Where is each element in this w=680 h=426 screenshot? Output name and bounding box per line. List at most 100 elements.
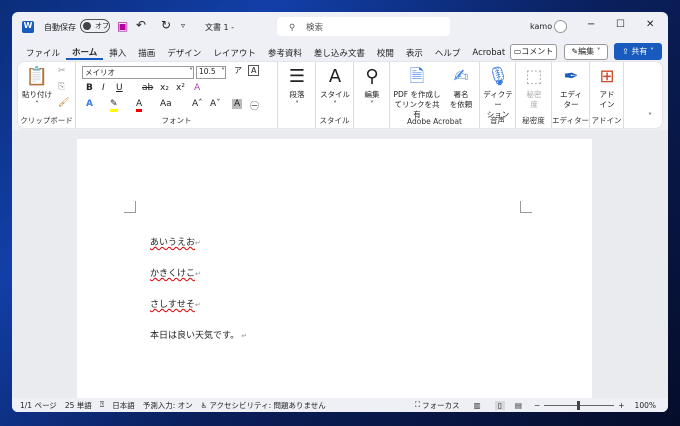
tab-home[interactable]: ホーム — [66, 46, 104, 60]
word-count[interactable]: 25 単語 — [65, 400, 92, 411]
collapse-ribbon-icon[interactable]: ˅ — [648, 112, 652, 121]
page-count[interactable]: 1/1 ページ — [20, 400, 57, 411]
highlight-icon[interactable]: ✎ — [110, 99, 118, 112]
font-size-value: 10.5 — [199, 67, 216, 76]
dictate-button[interactable]: 🎙 ディクテー ション — [481, 66, 515, 120]
tab-draw[interactable]: 描画 — [132, 47, 161, 59]
subscript-button[interactable]: x₂ — [160, 83, 169, 93]
tab-acrobat[interactable]: Acrobat — [466, 48, 511, 58]
copy-icon[interactable]: ⎘ — [58, 82, 65, 92]
underline-button[interactable]: U — [116, 83, 123, 93]
sensitivity-group: ⬚ 秘密度 秘密度 — [516, 62, 552, 128]
styles-button[interactable]: A スタイル ˅ — [318, 66, 352, 110]
line-text: 本日は良い天気です。 — [150, 331, 240, 341]
tab-mailings[interactable]: 差し込み文書 — [308, 47, 371, 59]
redo-icon[interactable]: ↻ — [161, 18, 171, 32]
search-box[interactable]: ⚲ 検索 — [277, 17, 450, 36]
word-logo-icon: W — [22, 21, 34, 33]
font-name-select[interactable]: メイリオ ˅ — [82, 66, 194, 79]
clear-formatting-icon[interactable]: A — [194, 83, 200, 93]
zoom-level[interactable]: 100% — [635, 401, 656, 410]
tab-layout[interactable]: レイアウト — [207, 47, 262, 59]
line-text: かきくけこ — [150, 269, 196, 279]
sensitivity-label: 秘密度 — [522, 116, 545, 125]
editing-mode-button[interactable]: ✎編集 ˅ — [564, 44, 608, 60]
customize-qat-icon[interactable]: ▿ — [181, 21, 185, 30]
avatar[interactable] — [554, 20, 567, 33]
styles-group: A スタイル ˅ スタイル — [316, 62, 354, 128]
web-layout-icon[interactable]: ▤ — [515, 401, 522, 410]
undo-icon[interactable]: ↶ — [136, 18, 146, 32]
paragraph-line: 本日は良い天気です。 ↵ — [150, 331, 248, 341]
char-border-icon[interactable]: A — [248, 65, 260, 76]
text-effects-icon[interactable]: A — [86, 99, 93, 109]
voice-label: 音声 — [490, 116, 505, 125]
cut-icon[interactable]: ✂ — [58, 66, 66, 76]
editing-group[interactable]: ⚲ 編集 ˅ — [354, 62, 390, 128]
accessibility-status[interactable]: アクセシビリティ: 問題ありません — [209, 400, 325, 411]
save-icon[interactable]: ▣ — [117, 19, 128, 33]
paragraph-group[interactable]: ☰ 段落 ˅ — [278, 62, 316, 128]
document-page[interactable]: あいうえお↵ かきくけこ↵ さしすせそ↵ 本日は良い天気です。 ↵ — [77, 139, 592, 409]
bold-button[interactable]: B — [86, 83, 93, 93]
format-painter-icon[interactable]: 🖌 — [58, 98, 69, 108]
pdf-link-icon: 🗎 — [409, 66, 425, 87]
ruby-icon[interactable]: ア — [234, 65, 242, 76]
addins-button[interactable]: ⊞ アド イン — [591, 66, 623, 110]
maximize-icon[interactable]: ☐ — [616, 19, 625, 30]
minimize-icon[interactable]: − — [587, 19, 595, 30]
tab-design[interactable]: デザイン — [161, 47, 207, 59]
tab-file[interactable]: ファイル — [20, 47, 66, 59]
superscript-button[interactable]: x² — [176, 83, 185, 93]
change-case-button[interactable]: Aa — [160, 99, 172, 109]
editor-label: エディター — [552, 116, 589, 125]
create-pdf-button[interactable]: 🗎 PDF を作成し てリンクを共有 — [392, 66, 442, 120]
focus-button[interactable]: フォーカス — [422, 400, 460, 411]
shrink-font-icon[interactable]: Aˇ — [210, 99, 221, 109]
user-name[interactable]: kamo — [530, 22, 552, 31]
font-name-value: メイリオ — [85, 68, 115, 77]
print-layout-icon[interactable]: ▯ — [494, 400, 505, 410]
sensitivity-button[interactable]: ⬚ 秘密度 — [517, 66, 551, 110]
editor-btn-2: ター — [563, 100, 579, 109]
line-text: あいうえお — [150, 238, 196, 248]
acrobat-label: Adobe Acrobat — [406, 117, 463, 126]
editor-btn-1: エディ — [560, 90, 582, 99]
tab-insert[interactable]: 挿入 — [103, 47, 132, 59]
editor-icon: ✒ — [563, 66, 579, 87]
font-size-select[interactable]: 10.5 ˅ — [196, 66, 226, 79]
line-text: さしすせそ — [150, 300, 195, 310]
zoom-out-button[interactable]: − — [534, 401, 540, 410]
editor-button[interactable]: ✒ エディ ター — [554, 66, 588, 110]
addins-btn-1: アド — [599, 90, 615, 99]
language[interactable]: 日本語 — [112, 400, 135, 411]
zoom-in-button[interactable]: + — [618, 401, 624, 410]
tab-help[interactable]: ヘルプ — [429, 47, 467, 59]
text-predictions[interactable]: 予測入力: オン — [143, 400, 193, 411]
close-icon[interactable]: ✕ — [646, 19, 654, 30]
zoom-slider[interactable] — [544, 400, 615, 410]
tab-review[interactable]: 校閲 — [371, 47, 400, 59]
voice-group: 🎙 ディクテー ション 音声 — [480, 62, 516, 128]
enclose-char-icon[interactable]: ㊀ — [250, 99, 259, 112]
status-bar: 1/1 ページ 25 単語 ⍰ 日本語 予測入力: オン ♿ アクセシビリティ: … — [12, 398, 668, 412]
autosave-toggle[interactable]: オフ — [80, 19, 110, 33]
strikethrough-icon[interactable]: ab — [142, 83, 153, 93]
editor-group: ✒ エディ ター エディター — [552, 62, 590, 128]
comment-button[interactable]: ▭コメント — [510, 44, 557, 60]
italic-button[interactable]: I — [102, 83, 105, 93]
grow-font-icon[interactable]: Aˆ — [192, 99, 203, 109]
editing-label: 編集 — [364, 90, 380, 99]
tab-view[interactable]: 表示 — [400, 47, 429, 59]
char-shading-icon[interactable]: A — [232, 99, 243, 109]
read-mode-icon[interactable]: ▥ — [474, 401, 481, 410]
paste-button[interactable]: 📋 貼り付け ˅ — [22, 66, 52, 110]
request-signature-button[interactable]: ✍ 署名 を依頼 — [444, 66, 478, 110]
proofing-icon[interactable]: ⍰ — [100, 400, 105, 410]
font-color-icon[interactable]: A — [136, 99, 143, 112]
share-button[interactable]: ⇪ 共有 ˅ — [614, 43, 662, 60]
tab-references[interactable]: 参考資料 — [262, 47, 308, 59]
search-icon: ⚲ — [289, 23, 298, 33]
document-area: あいうえお↵ かきくけこ↵ さしすせそ↵ 本日は良い天気です。 ↵ — [12, 130, 668, 409]
pdf-label-1: PDF を作成し — [393, 90, 441, 99]
